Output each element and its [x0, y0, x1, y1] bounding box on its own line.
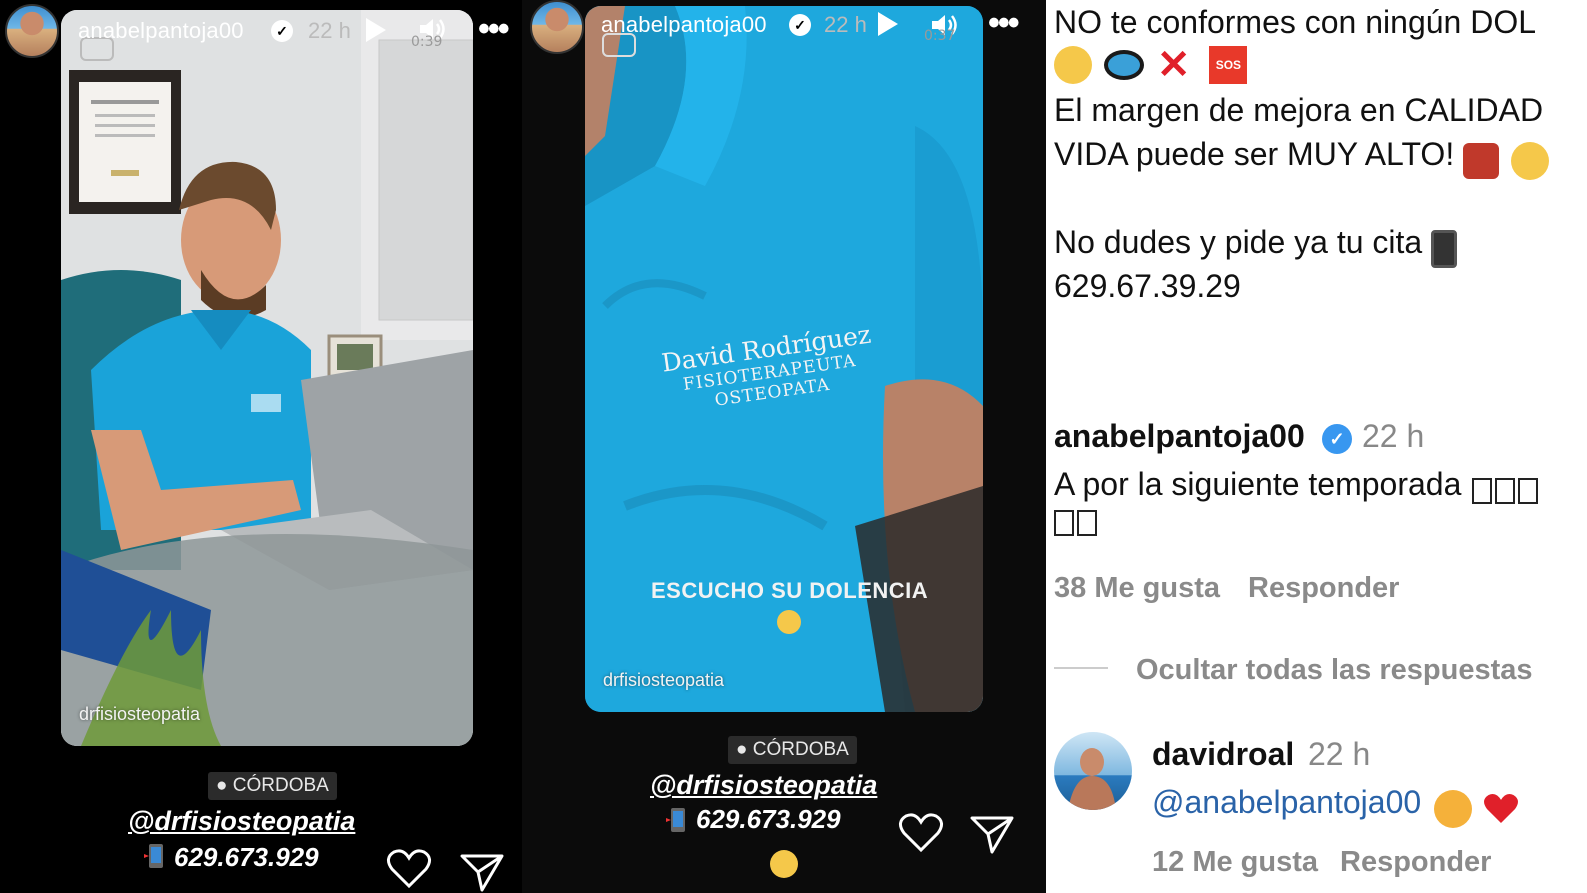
heart-icon[interactable]: [386, 848, 432, 890]
video-watermark: drfisiosteopatia: [603, 670, 725, 690]
post-caption-line-2: El margen de mejora en CALIDAD: [1054, 92, 1544, 128]
reply-button[interactable]: Responder: [1248, 572, 1399, 605]
mention-sticker[interactable]: @drfisiosteopatia: [650, 770, 877, 801]
video-watermark: drfisiosteopatia: [79, 704, 201, 724]
more-options-icon[interactable]: •••: [478, 10, 510, 49]
reply-mention-link[interactable]: @anabelpantoja00: [1152, 784, 1421, 820]
missing-glyph-icon: [1054, 510, 1074, 536]
phone-number: 629.673.929: [174, 842, 319, 872]
avatar[interactable]: [530, 0, 584, 54]
mobile-phone-icon: [666, 806, 690, 834]
avatar[interactable]: [5, 4, 59, 58]
comment-text-continued: [1054, 510, 1100, 536]
replies-divider: [1054, 667, 1108, 669]
location-label: CÓRDOBA: [232, 775, 329, 796]
reply-time: 22 h: [1308, 736, 1371, 772]
comment-likes[interactable]: 38 Me gusta: [1054, 572, 1220, 605]
story-username[interactable]: anabelpantoja00: [601, 12, 767, 38]
story-video-1[interactable]: drfisiosteopatia: [61, 10, 473, 746]
reply-username[interactable]: davidroal: [1152, 736, 1294, 773]
heart-icon[interactable]: [898, 812, 944, 854]
dizzy-face-emoji-icon: [1054, 46, 1092, 84]
send-icon[interactable]: [460, 852, 504, 892]
flying-saucer-emoji-icon: [1104, 50, 1145, 80]
story-panel-1[interactable]: drfisiosteopatia anabelpantoja00 ✓ 22 h …: [0, 0, 522, 893]
cross-mark-emoji-icon: ✕: [1156, 43, 1191, 87]
send-icon[interactable]: [970, 814, 1014, 854]
location-sticker[interactable]: ● CÓRDOBA: [208, 772, 337, 800]
comment-text: A por la siguiente temporada: [1054, 466, 1462, 502]
office-scene-illustration: [61, 10, 473, 746]
weightlifter-emoji-icon: [1462, 142, 1499, 179]
post-caption-line-1: NO te conformes con ningún DOL: [1054, 4, 1537, 40]
reply-likes[interactable]: 12 Me gusta: [1152, 846, 1318, 879]
more-options-icon[interactable]: •••: [988, 4, 1020, 43]
emoji-row: ✕ SOS: [1054, 43, 1248, 87]
missing-glyph-icon: [1471, 477, 1492, 504]
verified-badge-icon: ✓: [271, 20, 293, 42]
red-heart-icon: [1484, 793, 1519, 823]
location-label: CÓRDOBA: [752, 739, 849, 760]
play-icon[interactable]: [878, 12, 898, 36]
story-caption: ESCUCHO SU DOLENCIA: [651, 578, 929, 603]
reply-text-wrap: @anabelpantoja00: [1152, 780, 1520, 828]
story-username[interactable]: anabelpantoja00: [78, 18, 244, 44]
sos-emoji-icon: SOS: [1209, 46, 1248, 84]
post-caption-line-5: 629.67.39.29: [1054, 268, 1241, 304]
pin-icon: ●: [736, 739, 748, 760]
post-caption-line-3: VIDA puede ser MUY ALTO!: [1054, 136, 1455, 172]
smiling-face-with-hearts-emoji-icon: [1433, 789, 1472, 828]
post-caption-line-4: No dudes y pide ya tu cita: [1054, 224, 1423, 260]
verified-badge-icon: ✓: [1322, 424, 1352, 454]
video-timer: 0:37: [924, 28, 956, 44]
video-timer: 0:39: [411, 34, 443, 50]
mobile-phone-icon: [1430, 229, 1457, 268]
reply-button[interactable]: Responder: [1340, 846, 1491, 879]
story-time: 22 h: [824, 12, 867, 37]
missing-glyph-icon: [1077, 510, 1097, 536]
mention-sticker[interactable]: @drfisiosteopatia: [128, 806, 355, 837]
missing-glyph-icon: [1517, 477, 1538, 504]
verified-badge-icon: ✓: [789, 14, 811, 36]
comment-text-wrap: A por la siguiente temporada: [1054, 462, 1541, 506]
pleading-face-emoji-icon: [777, 610, 801, 634]
reply-avatar[interactable]: [1054, 732, 1132, 810]
play-icon[interactable]: [366, 18, 386, 42]
story-panel-2[interactable]: David Rodríguez FISIOTERAPEUTA OSTEOPATA…: [522, 0, 1046, 893]
post-caption-line-4-wrap: No dudes y pide ya tu cita: [1054, 220, 1457, 268]
story-time: 22 h: [308, 18, 351, 43]
hide-replies-button[interactable]: Ocultar todas las respuestas: [1136, 654, 1533, 687]
mobile-phone-icon: [144, 842, 168, 870]
smiling-face-emoji-icon: [770, 850, 798, 878]
story-video-2[interactable]: David Rodríguez FISIOTERAPEUTA OSTEOPATA…: [585, 6, 983, 712]
phone-number: 629.673.929: [696, 804, 841, 834]
comment-time: 22 h: [1362, 418, 1425, 454]
comment-username[interactable]: anabelpantoja00: [1054, 418, 1305, 455]
location-sticker[interactable]: ● CÓRDOBA: [728, 736, 857, 764]
smiling-face-emoji-icon: [1511, 141, 1550, 180]
comments-panel: NO te conformes con ningún DOL ✕ SOS El …: [1046, 0, 1587, 893]
post-caption-line-3-wrap: VIDA puede ser MUY ALTO!: [1054, 132, 1550, 180]
missing-glyph-icon: [1494, 477, 1515, 504]
pin-icon: ●: [216, 775, 228, 796]
